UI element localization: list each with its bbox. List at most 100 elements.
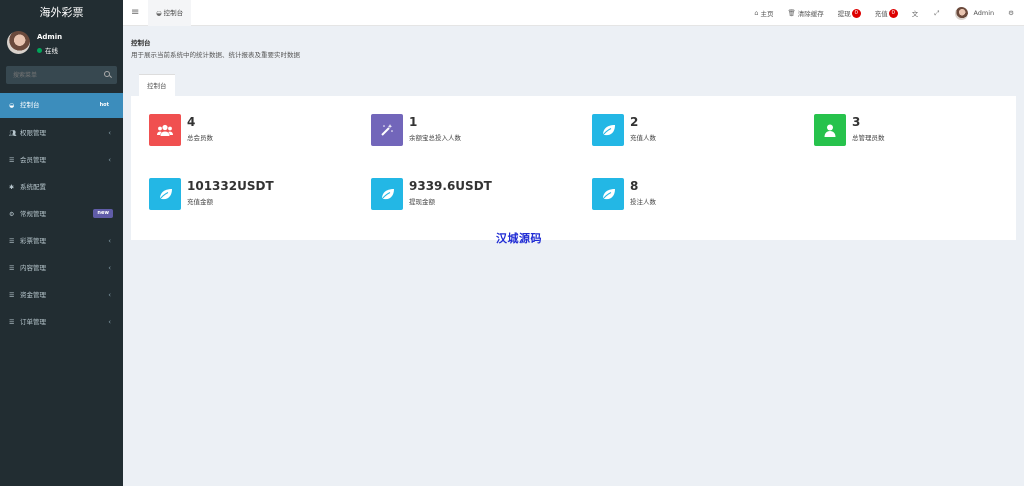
withdraw-link[interactable]: 提现 0	[838, 8, 861, 18]
search-icon[interactable]	[104, 71, 110, 77]
leaf-icon	[592, 178, 624, 210]
users-icon: 👥︎	[9, 130, 17, 137]
recharge-label: 充值	[874, 10, 888, 18]
sidebar-item-lottery[interactable]: ☰ 彩票管理 ‹	[0, 228, 123, 255]
stat-value: 1	[409, 115, 418, 129]
cogs-icon: ⚙	[9, 211, 15, 218]
translate-icon: 文	[911, 10, 919, 18]
user-menu-label: Admin	[973, 9, 995, 17]
clear-cache-label: 清除缓存	[797, 10, 824, 18]
home-icon: ⌂	[754, 9, 759, 17]
new-badge: new	[93, 209, 113, 218]
stat-value: 9339.6USDT	[409, 179, 492, 193]
stat-value: 101332USDT	[187, 179, 274, 193]
tab-label: 控制台	[163, 9, 184, 17]
list-icon: ☰	[9, 238, 15, 245]
main-content: 控制台 用于展示当前系统中的统计数据、统计报表及重要实时数据 控制台 4 总会员数…	[123, 26, 1024, 486]
leaf-icon	[149, 178, 181, 210]
chevron-left-icon: ‹	[108, 156, 111, 164]
stat-total-admins: 3 总管理员数	[814, 114, 885, 146]
watermark-text: 汉城源码	[496, 232, 542, 245]
sidebar-item-label: 彩票管理	[20, 237, 46, 245]
online-dot-icon	[37, 48, 42, 53]
sidebar-item-general[interactable]: ⚙ 常规管理 new	[0, 201, 123, 228]
sidebar-item-label: 权限管理	[20, 129, 46, 137]
sidebar-item-system-config[interactable]: ✱ 系统配置	[0, 174, 123, 201]
dashboard-icon: ◒	[156, 9, 162, 17]
user-panel: Admin 在线	[0, 25, 123, 61]
list-icon: ☰	[9, 157, 15, 164]
leaf-icon	[592, 114, 624, 146]
stat-label: 充值金额	[187, 198, 213, 206]
dashboard-icon: ◒	[9, 102, 15, 109]
sidebar-item-members[interactable]: ☰ 会员管理 ‹	[0, 147, 123, 174]
clear-cache-button[interactable]: 🗑︎ 清除缓存	[787, 8, 823, 18]
fullscreen-button[interactable]: ⤢	[934, 9, 941, 18]
user-icon	[814, 114, 846, 146]
cogs-icon: ⚙	[1008, 9, 1014, 17]
tab-dashboard[interactable]: ◒ 控制台	[148, 0, 192, 26]
sidebar-item-label: 常规管理	[20, 210, 46, 218]
stat-bet-users: 8 投注人数	[592, 178, 656, 210]
sidebar-item-orders[interactable]: ☰ 订单管理 ‹	[0, 309, 123, 336]
sidebar-item-label: 订单管理	[20, 318, 46, 326]
sidebar: 海外彩票 Admin 在线 ◒ 控制台 hot 👥︎权限管理 ‹ ☰ 会员管理 ‹ …	[0, 0, 123, 486]
list-icon: ☰	[9, 292, 15, 299]
list-icon: ☰	[9, 265, 15, 272]
settings-button[interactable]: ⚙	[1008, 9, 1016, 17]
home-link[interactable]: ⌂ 主页	[754, 8, 773, 18]
user-menu[interactable]: Admin	[955, 6, 995, 20]
sidebar-item-content[interactable]: ☰ 内容管理 ‹	[0, 255, 123, 282]
trash-icon: 🗑︎	[787, 9, 796, 17]
sidebar-item-label: 内容管理	[20, 264, 46, 272]
stat-label: 投注人数	[630, 198, 656, 206]
sidebar-toggle-icon[interactable]: ≡	[131, 7, 139, 18]
sidebar-item-dashboard[interactable]: ◒ 控制台 hot	[0, 93, 123, 118]
users-icon	[149, 114, 181, 146]
magic-wand-icon	[371, 114, 403, 146]
stat-recharge-amount: 101332USDT 充值金额	[149, 178, 274, 210]
stat-label: 总会员数	[187, 134, 213, 142]
sidebar-item-label: 资金管理	[20, 291, 46, 299]
stat-withdraw-amount: 9339.6USDT 提现金额	[371, 178, 492, 210]
chevron-left-icon: ‹	[108, 318, 111, 326]
sidebar-menu: ◒ 控制台 hot 👥︎ 权限管理 ‹ ☰ 会员管理 ‹ ✱ 系统配置 ⚙ 常规管理 ne…	[0, 93, 123, 336]
expand-icon: ⤢	[934, 8, 940, 17]
navbar-right: ⌂ 主页 🗑︎ 清除缓存 提现 0 充值 0 文 ⤢ Admin ⚙	[754, 0, 1024, 26]
search-input[interactable]	[6, 66, 96, 84]
withdraw-count-badge: 0	[851, 8, 861, 18]
stats-panel: 4 总会员数 1 余额宝总投入人数 2 充值人数 3 总管理员数 101332USDT	[131, 96, 1016, 245]
avatar	[7, 31, 30, 54]
hot-badge: hot	[95, 101, 113, 110]
recharge-link[interactable]: 充值 0	[875, 8, 898, 18]
stat-label: 总管理员数	[852, 134, 885, 142]
page-header: 控制台 用于展示当前系统中的统计数据、统计报表及重要实时数据	[131, 37, 300, 59]
user-name: Admin	[37, 33, 63, 41]
sidebar-item-label: 会员管理	[20, 156, 46, 164]
page-description: 用于展示当前系统中的统计数据、统计报表及重要实时数据	[131, 51, 300, 59]
home-label: 主页	[760, 10, 774, 18]
stat-total-members: 4 总会员数	[149, 114, 213, 146]
app-logo[interactable]: 海外彩票	[0, 0, 123, 25]
page-title: 控制台	[131, 39, 151, 47]
leaf-icon	[371, 178, 403, 210]
user-status: 在线	[37, 45, 58, 55]
language-button[interactable]: 文	[912, 8, 921, 18]
stat-value: 4	[187, 115, 196, 129]
menu-search	[6, 66, 117, 84]
stat-value: 3	[852, 115, 861, 129]
user-status-label: 在线	[45, 47, 58, 55]
stat-label: 提现金额	[409, 198, 435, 206]
stat-label: 余额宝总投入人数	[409, 134, 461, 142]
withdraw-label: 提现	[837, 10, 851, 18]
recharge-count-badge: 0	[888, 8, 898, 18]
chevron-left-icon: ‹	[108, 264, 111, 272]
sidebar-item-label: 控制台	[20, 101, 40, 109]
avatar	[955, 6, 969, 20]
sidebar-item-label: 系统配置	[20, 183, 46, 191]
sidebar-item-funds[interactable]: ☰ 资金管理 ‹	[0, 282, 123, 309]
top-navbar: ≡ ◒ 控制台 ⌂ 主页 🗑︎ 清除缓存 提现 0 充值 0 文 ⤢ Admin ⚙	[123, 0, 1024, 26]
sidebar-item-permissions[interactable]: 👥︎ 权限管理 ‹	[0, 120, 123, 147]
stat-yuebao-investors: 1 余额宝总投入人数	[371, 114, 461, 146]
tab-dashboard-panel[interactable]: 控制台	[139, 74, 175, 96]
